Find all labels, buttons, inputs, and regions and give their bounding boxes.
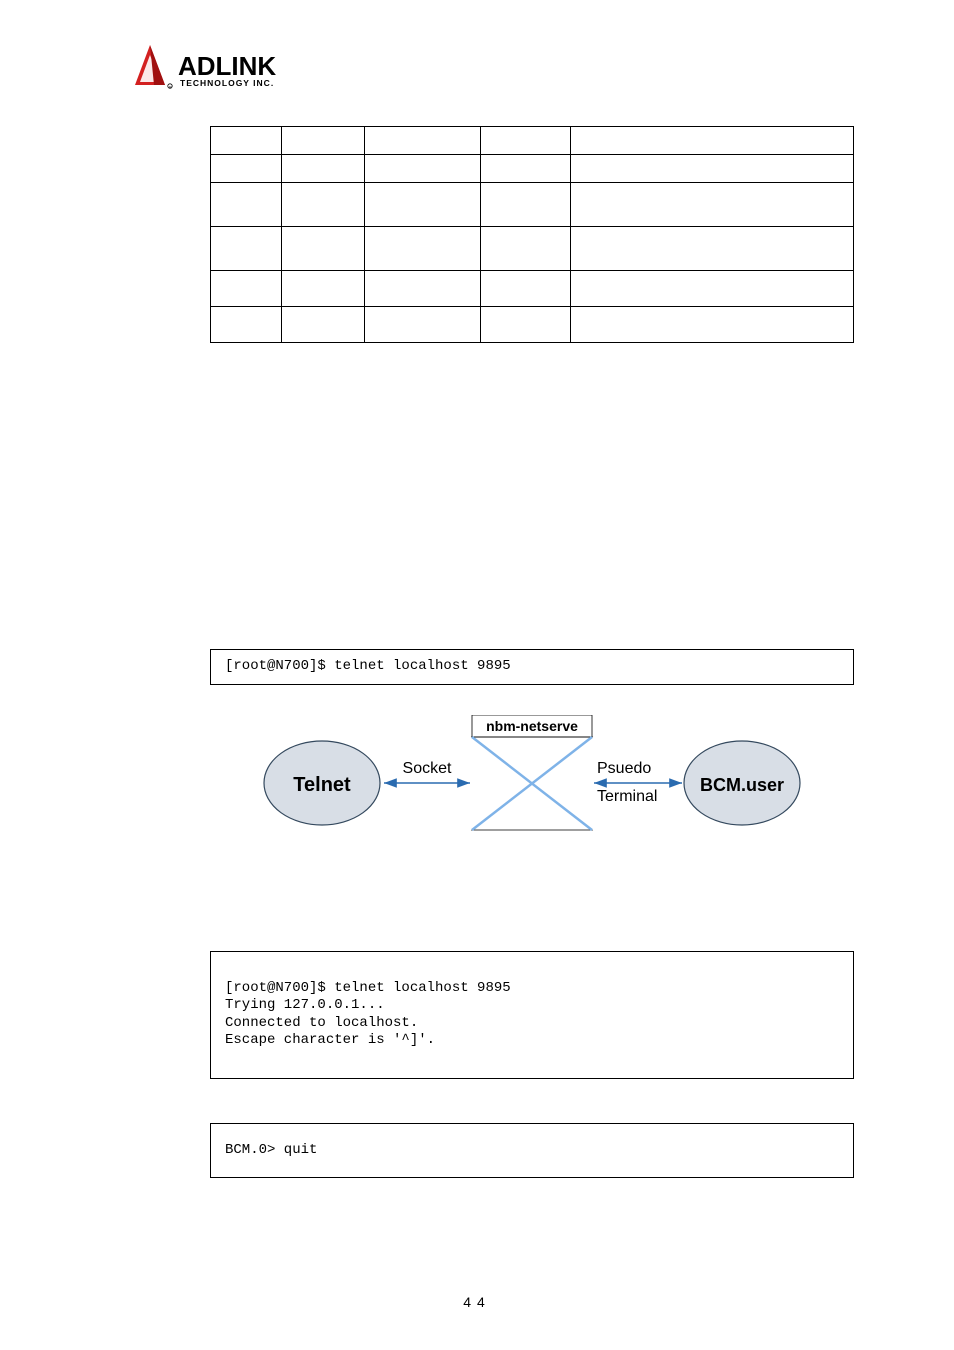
table-cell: [365, 127, 481, 155]
diagram-right-label-bottom: Terminal: [597, 788, 657, 805]
table-cell: [481, 271, 571, 307]
table-cell: [281, 271, 365, 307]
table-cell: [481, 155, 571, 183]
table-cell: [571, 271, 854, 307]
architecture-diagram: nbm-netserve Telnet BCM.user: [210, 715, 854, 845]
code-block-1: [root@N700]$ telnet localhost 9895: [210, 649, 854, 685]
diagram-left-node: Telnet: [293, 774, 351, 796]
table-cell: [571, 127, 854, 155]
code-block-2: [root@N700]$ telnet localhost 9895 Tryin…: [210, 951, 854, 1079]
table-cell: [481, 307, 571, 343]
code-line: Connected to localhost.: [225, 1015, 418, 1031]
table-cell: [211, 183, 282, 227]
table-cell: [365, 307, 481, 343]
diagram-right-node: BCM.user: [700, 775, 784, 795]
code-block-3: BCM.0> quit: [210, 1123, 854, 1179]
table-cell: [281, 155, 365, 183]
table-cell: [281, 183, 365, 227]
diagram-left-label: Socket: [403, 760, 452, 777]
table-cell: [571, 183, 854, 227]
table-cell: [481, 227, 571, 271]
code-line: Escape character is '^]'.: [225, 1032, 435, 1048]
table-cell: [211, 307, 282, 343]
table-cell: [481, 127, 571, 155]
table-cell: [365, 183, 481, 227]
table-cell: [281, 307, 365, 343]
code-line: [root@N700]$ telnet localhost 9895: [225, 658, 511, 674]
table-cell: [281, 227, 365, 271]
table-cell: [571, 307, 854, 343]
table-cell: [571, 155, 854, 183]
page-number: 44: [463, 1294, 491, 1310]
diagram-right-label-top: Psuedo: [597, 760, 651, 777]
table-cell: [365, 155, 481, 183]
code-line: [root@N700]$ telnet localhost 9895: [225, 980, 511, 996]
adlink-logo: R ADLINK TECHNOLOGY INC.: [130, 40, 854, 96]
logo-text: ADLINK: [178, 51, 276, 81]
code-line: BCM.0> quit: [225, 1142, 317, 1158]
table-cell: [571, 227, 854, 271]
table-cell: [211, 155, 282, 183]
svg-text:Psuedo: Psuedo: [597, 760, 651, 777]
logo-tagline: TECHNOLOGY INC.: [180, 78, 274, 88]
table-cell: [281, 127, 365, 155]
diagram-title: nbm-netserve: [486, 718, 578, 734]
code-line: Trying 127.0.0.1...: [225, 997, 385, 1013]
table-cell: [211, 127, 282, 155]
table-cell: [211, 271, 282, 307]
table-cell: [365, 227, 481, 271]
port-mapping-table: [210, 126, 854, 343]
table-cell: [365, 271, 481, 307]
table-cell: [211, 227, 282, 271]
table-cell: [481, 183, 571, 227]
